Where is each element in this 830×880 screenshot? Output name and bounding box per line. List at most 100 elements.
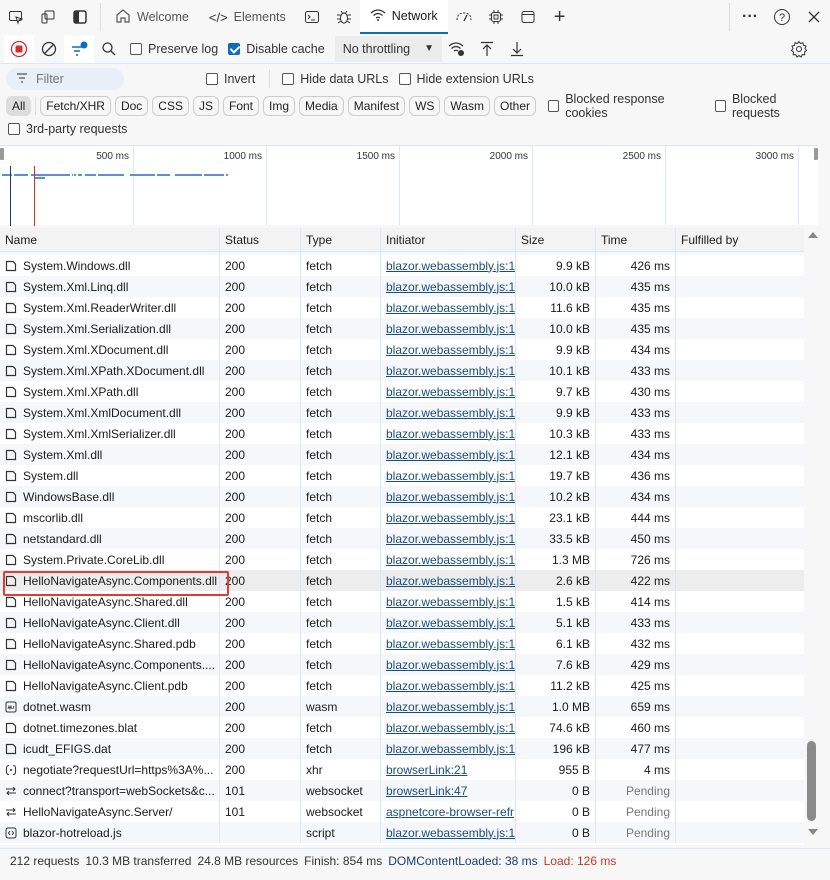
preserve-log-checkbox[interactable]: Preserve log	[130, 42, 218, 56]
type-filter-font[interactable]: Font	[223, 96, 260, 116]
overview-scroll-handle[interactable]	[0, 148, 4, 160]
table-row[interactable]: System.Xml.ReaderWriter.dll 200 fetch blazo…	[0, 297, 804, 318]
console-icon[interactable]	[296, 0, 328, 34]
table-row[interactable]: icudt_EFIGS.dat 200 fetch blazor.webassembl…	[0, 738, 804, 759]
close-icon[interactable]	[798, 0, 830, 34]
filter-input[interactable]: Filter	[6, 68, 124, 90]
request-name-cell[interactable]: System.Private.CoreLib.dll	[0, 549, 220, 570]
blocked-response-cookies-checkbox[interactable]: Blocked response cookies	[548, 92, 699, 120]
initiator-link[interactable]: blazor.webassembly.js:1.	[386, 280, 515, 294]
application-icon[interactable]	[512, 0, 544, 34]
request-name-cell[interactable]: System.Xml.dll	[0, 444, 220, 465]
column-header-status[interactable]: Status	[220, 228, 301, 251]
table-row[interactable]: mscorlib.dll 200 fetch blazor.webassembly.j…	[0, 507, 804, 528]
column-header-size[interactable]: Size	[516, 228, 596, 251]
initiator-link[interactable]: blazor.webassembly.js:1.	[386, 343, 515, 357]
table-row[interactable]: HelloNavigateAsync.Client.pdb 200 fetch bla…	[0, 675, 804, 696]
request-name-cell[interactable]: HelloNavigateAsync.Client.pdb	[0, 675, 220, 696]
table-row[interactable]: HelloNavigateAsync.Server/101 websocket as…	[0, 801, 804, 822]
type-filter-css[interactable]: CSS	[152, 96, 189, 116]
request-name-cell[interactable]: HelloNavigateAsync.Shared.dll	[0, 591, 220, 612]
table-row[interactable]: HelloNavigateAsync.Client.dll 200 fetch bla…	[0, 612, 804, 633]
initiator-link[interactable]: blazor.webassembly.js:1.	[386, 448, 515, 462]
hide-extension-urls-checkbox[interactable]: Hide extension URLs	[398, 72, 534, 86]
throttling-select[interactable]: No throttling ▼	[334, 35, 443, 62]
table-row[interactable]: dotnet.timezones.blat 200 fetch blazor.weba…	[0, 717, 804, 738]
initiator-link[interactable]: blazor.webassembly.js:1.	[386, 301, 515, 315]
request-name-cell[interactable]: System.dll	[0, 465, 220, 486]
initiator-link[interactable]: blazor.webassembly.js:1.	[386, 637, 515, 651]
request-name-cell[interactable]: System.Xml.XmlSerializer.dll	[0, 423, 220, 444]
request-name-cell[interactable]: WindowsBase.dll	[0, 486, 220, 507]
initiator-link[interactable]: blazor.webassembly.js:1.	[386, 406, 515, 420]
type-filter-ws[interactable]: WS	[409, 96, 441, 116]
type-filter-media[interactable]: Media	[299, 96, 344, 116]
request-name-cell[interactable]: netstandard.dll	[0, 528, 220, 549]
initiator-link[interactable]: blazor.webassembly.js:1.	[386, 469, 515, 483]
checkbox[interactable]	[398, 73, 411, 85]
table-row[interactable]: WindowsBase.dll 200 fetch blazor.webassembl…	[0, 486, 804, 507]
add-tab-icon[interactable]: +	[544, 0, 576, 34]
table-row[interactable]: System.Windows.dll 200 fetch blazor.webasse…	[0, 255, 804, 276]
more-options-icon[interactable]: ···	[734, 0, 766, 34]
tab-network[interactable]: Network	[359, 0, 448, 34]
table-row[interactable]: HelloNavigateAsync.Components.... 200 fetc…	[0, 654, 804, 675]
table-row[interactable]: HelloNavigateAsync.Shared.dll 200 fetch bla…	[0, 591, 804, 612]
type-filter-fetch-xhr[interactable]: Fetch/XHR	[40, 96, 111, 116]
table-row[interactable]: System.Xml.XPath.XDocument.dll 200 fetch bl…	[0, 360, 804, 381]
checkbox[interactable]	[714, 100, 726, 112]
initiator-link[interactable]: blazor.webassembly.js:1.	[386, 385, 515, 399]
table-row[interactable]: connect?transport=webSockets&c... 101 webs…	[0, 780, 804, 801]
memory-chip-icon[interactable]	[480, 0, 512, 34]
request-name-cell[interactable]: HelloNavigateAsync.Shared.pdb	[0, 633, 220, 654]
scrollbar-thumb[interactable]	[807, 741, 816, 821]
table-row[interactable]: blazor-hotreload.js script blazor.webassem…	[0, 822, 804, 843]
table-row[interactable]: System.Xml.Serialization.dll 200 fetch blaz…	[0, 318, 804, 339]
inspect-element-icon[interactable]	[0, 0, 32, 34]
initiator-link[interactable]: blazor.webassembly.js:1.	[386, 364, 515, 378]
checkbox[interactable]	[282, 73, 295, 85]
table-row[interactable]: System.Private.CoreLib.dll 200 fetch blazor…	[0, 549, 804, 570]
request-name-cell[interactable]: HelloNavigateAsync.Client.dll	[0, 612, 220, 633]
request-name-cell[interactable]: blazor-hotreload.js	[0, 822, 220, 843]
toggle-sidebar-icon[interactable]	[64, 0, 96, 34]
initiator-link[interactable]: aspnetcore-browser-refr	[386, 805, 514, 819]
column-header-type[interactable]: Type	[301, 228, 381, 251]
third-party-requests-checkbox[interactable]: 3rd-party requests	[8, 122, 127, 136]
request-name-cell[interactable]: connect?transport=webSockets&c...	[0, 780, 220, 801]
initiator-link[interactable]: blazor.webassembly.js:1.	[386, 721, 515, 735]
initiator-link[interactable]: blazor.webassembly.js:1.	[386, 553, 515, 567]
request-name-cell[interactable]: System.Xml.XPath.dll	[0, 381, 220, 402]
device-emulation-icon[interactable]	[32, 0, 64, 34]
type-filter-js[interactable]: JS	[192, 96, 219, 116]
initiator-link[interactable]: blazor.webassembly.js:1.	[386, 490, 515, 504]
request-name-cell[interactable]: System.Xml.Linq.dll	[0, 276, 220, 297]
table-row[interactable]: System.Xml.XmlSerializer.dll 200 fetch blaz…	[0, 423, 804, 444]
request-name-cell[interactable]: System.Xml.XDocument.dll	[0, 339, 220, 360]
initiator-link[interactable]: blazor.webassembly.js:1.	[386, 574, 515, 588]
table-row[interactable]: HelloNavigateAsync.Shared.pdb 200 fetch bla…	[0, 633, 804, 654]
invert-checkbox[interactable]: Invert	[206, 72, 255, 86]
table-row[interactable]: netstandard.dll 200 fetch blazor.webassembl…	[0, 528, 804, 549]
performance-icon[interactable]	[448, 0, 480, 34]
export-har-icon[interactable]	[502, 35, 532, 63]
checkbox[interactable]	[548, 100, 560, 112]
initiator-link[interactable]: blazor.webassembly.js:1.	[386, 700, 515, 714]
table-row[interactable]: System.Xml.Linq.dll 200 fetch blazor.webass…	[0, 276, 804, 297]
initiator-link[interactable]: blazor.webassembly.js:1.	[386, 826, 515, 840]
scroll-up-arrow-icon[interactable]	[808, 232, 818, 238]
filter-toggle-icon[interactable]	[64, 34, 94, 63]
column-header-name[interactable]: Name	[0, 228, 220, 251]
initiator-link[interactable]: blazor.webassembly.js:1.	[386, 322, 515, 336]
request-name-cell[interactable]: dotnet.timezones.blat	[0, 717, 220, 738]
column-header-initiator[interactable]: Initiator	[381, 228, 516, 251]
bug-icon[interactable]	[328, 0, 360, 34]
help-icon[interactable]: ?	[766, 0, 798, 34]
initiator-link[interactable]: blazor.webassembly.js:1.	[386, 742, 515, 756]
clear-icon[interactable]	[34, 35, 64, 63]
request-name-cell[interactable]: System.Xml.Serialization.dll	[0, 318, 220, 339]
import-har-icon[interactable]	[472, 35, 502, 63]
checkbox-checked[interactable]	[228, 42, 241, 55]
column-header-time[interactable]: Time	[596, 228, 676, 251]
tab-elements[interactable]: </> Elements	[199, 0, 296, 34]
